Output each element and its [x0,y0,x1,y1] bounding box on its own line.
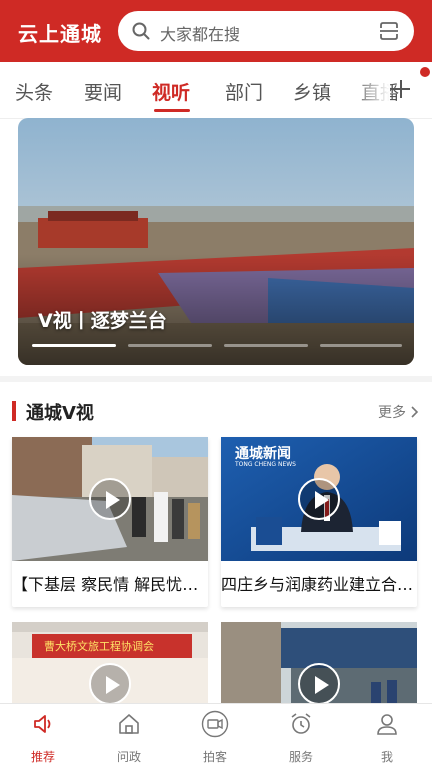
news-logo: 通城新闻 [235,446,291,462]
nav-label: 服务 [288,750,313,764]
hero-banner[interactable]: V视丨逐梦兰台 [18,118,414,365]
alarm-clock-icon [291,713,311,734]
carousel-dot [128,344,212,347]
scan-icon[interactable] [378,20,400,42]
app-header: 云上通城 大家都在搜 [0,0,432,62]
tab-departments[interactable]: 部门 [225,78,263,105]
video-card[interactable]: 曹大桥文旅工程协调会 [12,622,208,703]
video-thumbnail [12,437,208,561]
notification-dot [420,67,430,77]
section-marker [12,401,16,421]
video-card[interactable]: 【下基层 察民情 解民忧】… [12,437,208,607]
nav-label: 问政 [116,750,141,764]
video-thumbnail [221,622,417,703]
bottom-navigation: 推荐 问政 拍客 服务 我 [0,703,432,768]
play-button[interactable] [89,478,131,520]
nav-label: 推荐 [30,750,55,764]
more-link[interactable]: 更多 [378,402,406,422]
video-card[interactable]: 通城新闻 TONG CHENG NEWS 四庄乡与润康药业建立合作… [221,437,417,607]
chevron-right-icon[interactable] [411,406,419,418]
section-separator [0,376,432,382]
section-title: 通城V视 [26,403,94,424]
nav-recommend[interactable]: 推荐 [0,704,86,768]
active-tab-indicator [154,109,190,112]
banner-text: 曹大桥文旅工程协调会 [44,640,154,653]
search-placeholder: 大家都在搜 [160,25,241,44]
speaker-icon [34,715,51,733]
tab-fade [350,62,390,118]
user-icon [377,714,397,735]
tab-audio-visual[interactable]: 视听 [152,78,190,105]
video-title: 【下基层 察民情 解民忧】… [12,575,208,594]
video-title: 四庄乡与润康药业建立合作… [221,575,417,594]
nav-label: 拍客 [202,750,227,764]
carousel-dot [320,344,402,347]
video-card[interactable] [221,622,417,703]
play-button[interactable] [298,478,340,520]
video-camera-icon [201,710,229,738]
plus-icon[interactable] [388,76,414,102]
search-icon [132,22,150,40]
play-button[interactable] [298,663,340,703]
nav-label: 我 [380,750,393,764]
carousel-dot [224,344,308,347]
nav-reporter[interactable]: 拍客 [172,704,258,768]
nav-inquiry[interactable]: 问政 [86,704,172,768]
nav-services[interactable]: 服务 [258,704,344,768]
play-button[interactable] [89,663,131,703]
news-logo-en: TONG CHENG NEWS [235,461,296,468]
search-input[interactable]: 大家都在搜 [118,11,414,51]
hero-caption: V视丨逐梦兰台 [38,310,167,332]
tab-headlines[interactable]: 头条 [15,78,53,105]
app-title: 云上通城 [18,22,102,46]
video-thumbnail: 通城新闻 TONG CHENG NEWS [221,437,417,561]
nav-me[interactable]: 我 [344,704,430,768]
carousel-indicator [32,344,402,347]
carousel-dot-active [32,344,116,347]
video-thumbnail: 曹大桥文旅工程协调会 [12,622,208,703]
home-icon [119,714,139,734]
tab-news[interactable]: 要闻 [84,78,122,105]
tab-towns[interactable]: 乡镇 [293,78,331,105]
